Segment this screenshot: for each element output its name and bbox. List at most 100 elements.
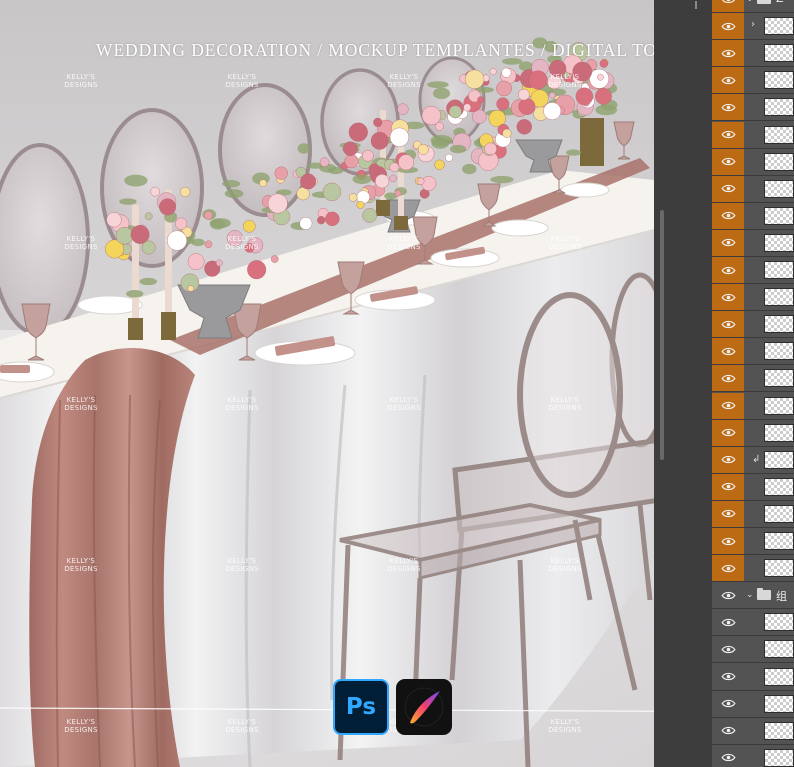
- layer-row[interactable]: [712, 609, 794, 637]
- layer-row[interactable]: [712, 365, 794, 393]
- layer-thumbnail[interactable]: [764, 532, 794, 550]
- eye-icon[interactable]: [712, 636, 744, 663]
- layer-row[interactable]: ↲: [712, 446, 794, 474]
- layer-thumbnail[interactable]: [764, 288, 794, 307]
- layer-row[interactable]: [712, 528, 794, 556]
- layer-row[interactable]: [712, 473, 794, 501]
- eye-icon[interactable]: [712, 284, 744, 311]
- eye-icon[interactable]: [712, 582, 744, 609]
- eye-icon[interactable]: [712, 94, 744, 121]
- layer-thumbnail[interactable]: [764, 396, 794, 415]
- layer-row[interactable]: [712, 311, 794, 339]
- eye-icon[interactable]: [712, 175, 744, 202]
- layer-row[interactable]: [712, 663, 794, 691]
- eye-icon[interactable]: [712, 500, 744, 527]
- layer-thumbnail[interactable]: [764, 559, 794, 578]
- chevron-right-icon[interactable]: ›: [751, 19, 755, 30]
- layer-thumbnail[interactable]: [764, 206, 794, 225]
- layer-row[interactable]: ›: [712, 13, 794, 41]
- layer-thumbnail[interactable]: [764, 261, 794, 279]
- flower-bloom: [274, 166, 288, 180]
- eye-icon[interactable]: [712, 121, 744, 148]
- eye-icon[interactable]: [712, 663, 744, 690]
- eye-icon[interactable]: [712, 744, 744, 767]
- layer-thumbnail[interactable]: [764, 98, 794, 117]
- eye-icon[interactable]: [712, 419, 744, 446]
- layer-thumbnail[interactable]: [764, 17, 794, 36]
- layer-thumbnail[interactable]: [764, 504, 794, 523]
- layer-thumbnail[interactable]: [764, 179, 794, 198]
- eye-icon[interactable]: [712, 528, 744, 555]
- eye-icon[interactable]: [712, 446, 744, 473]
- watermark: KELLY'SDESIGNS: [51, 396, 111, 412]
- layer-thumbnail[interactable]: [764, 748, 794, 767]
- eye-icon[interactable]: [712, 338, 744, 365]
- layer-thumbnail[interactable]: [764, 450, 794, 469]
- layer-row[interactable]: [712, 284, 794, 312]
- layer-row[interactable]: [712, 555, 794, 583]
- layer-row[interactable]: [712, 40, 794, 68]
- layer-thumbnail[interactable]: [764, 71, 794, 90]
- leaf: [119, 198, 137, 205]
- layer-row[interactable]: [712, 744, 794, 767]
- eye-icon[interactable]: [712, 0, 744, 13]
- eye-icon[interactable]: [712, 392, 744, 419]
- layer-thumbnail[interactable]: [764, 613, 794, 632]
- watermark-line: KELLY'S: [550, 396, 580, 404]
- eye-icon[interactable]: [712, 473, 744, 500]
- layer-row[interactable]: [712, 690, 794, 718]
- layer-thumbnail[interactable]: [764, 342, 794, 361]
- layer-thumbnail[interactable]: [764, 125, 794, 144]
- layer-row[interactable]: [712, 121, 794, 149]
- layer-thumbnail[interactable]: [764, 694, 794, 713]
- eye-icon[interactable]: [712, 717, 744, 744]
- watermark-line: KELLY'S: [389, 235, 419, 243]
- layer-row[interactable]: [712, 175, 794, 203]
- layer-row[interactable]: [712, 202, 794, 230]
- layer-row[interactable]: [712, 67, 794, 95]
- chevron-down-icon[interactable]: ⌄: [746, 590, 754, 600]
- layer-row[interactable]: [712, 636, 794, 664]
- layer-row[interactable]: [712, 94, 794, 122]
- layer-row[interactable]: ⌄ 组: [712, 582, 794, 610]
- watermark: KELLY'SDESIGNS: [212, 557, 272, 573]
- eye-icon[interactable]: [712, 67, 744, 94]
- flower-bloom: [518, 98, 536, 115]
- layer-row[interactable]: [712, 500, 794, 528]
- layer-row[interactable]: [712, 148, 794, 176]
- eye-icon[interactable]: [712, 13, 744, 40]
- eye-icon[interactable]: [712, 229, 744, 256]
- eye-icon[interactable]: [712, 690, 744, 717]
- panel-collapse-handle[interactable]: ‖: [694, 0, 698, 9]
- eye-icon[interactable]: [712, 609, 744, 636]
- eye-icon[interactable]: [712, 311, 744, 338]
- chevron-down-icon[interactable]: ⌄: [746, 0, 754, 4]
- layer-row[interactable]: [712, 257, 794, 285]
- clipping-mask-icon: ↲: [752, 453, 761, 465]
- flower-bloom: [243, 220, 256, 233]
- layer-thumbnail[interactable]: [764, 477, 794, 496]
- leaf: [139, 277, 158, 286]
- layer-row[interactable]: [712, 338, 794, 366]
- layer-thumbnail[interactable]: [764, 423, 794, 442]
- layer-thumbnail[interactable]: [764, 233, 794, 252]
- eye-icon[interactable]: [712, 148, 744, 175]
- eye-icon[interactable]: [712, 555, 744, 582]
- layer-thumbnail[interactable]: [764, 667, 794, 686]
- layer-row[interactable]: [712, 717, 794, 745]
- eye-icon[interactable]: [712, 365, 744, 392]
- layer-row[interactable]: ⌄Z: [712, 0, 794, 14]
- eye-icon[interactable]: [712, 257, 744, 284]
- eye-icon[interactable]: [712, 202, 744, 229]
- layer-row[interactable]: [712, 392, 794, 420]
- layer-thumbnail[interactable]: [764, 640, 794, 659]
- layer-thumbnail[interactable]: [764, 369, 794, 388]
- eye-icon[interactable]: [712, 40, 744, 67]
- layer-thumbnail[interactable]: [764, 315, 794, 334]
- layer-row[interactable]: [712, 229, 794, 257]
- layer-thumbnail[interactable]: [764, 44, 794, 63]
- layer-thumbnail[interactable]: [764, 152, 794, 171]
- layer-row[interactable]: [712, 419, 794, 447]
- panel-scrollbar[interactable]: [660, 210, 664, 460]
- layer-thumbnail[interactable]: [764, 721, 794, 740]
